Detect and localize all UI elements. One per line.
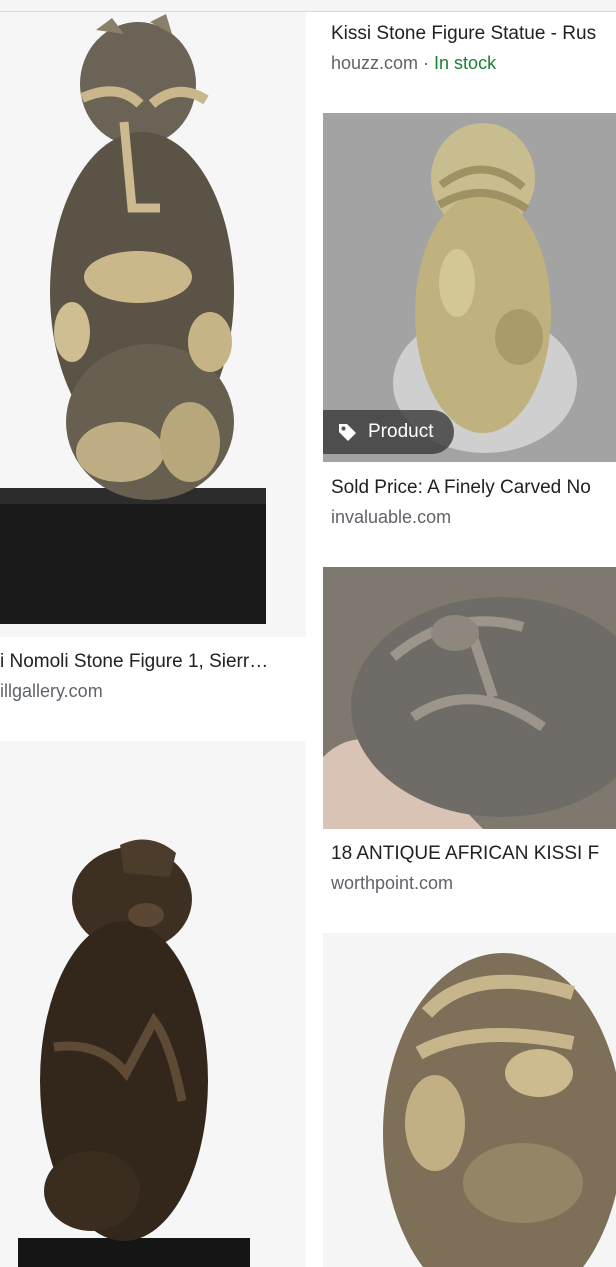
- product-badge-label: Product: [368, 421, 434, 442]
- result-image-dark-figure[interactable]: [0, 741, 306, 1267]
- browser-top-edge: [0, 0, 616, 12]
- separator: ·: [418, 53, 435, 73]
- result-source[interactable]: illgallery.com: [0, 681, 306, 702]
- result-image-nomoli-figure[interactable]: [0, 12, 306, 637]
- result-image-stone-head-in-hand[interactable]: [323, 567, 616, 829]
- product-badge: Product: [323, 410, 454, 454]
- result-source: houzz.com: [331, 53, 419, 73]
- result-title[interactable]: Kissi Stone Figure Statue - Rus: [331, 23, 616, 45]
- result-image-carved-stone-face[interactable]: [323, 933, 616, 1267]
- result-source[interactable]: invaluable.com: [331, 507, 616, 528]
- result-source[interactable]: worthpoint.com: [331, 873, 616, 894]
- result-title[interactable]: Sold Price: A Finely Carved No: [331, 477, 616, 499]
- result-title[interactable]: 18 ANTIQUE AFRICAN KISSI F: [331, 843, 616, 865]
- result-title[interactable]: i Nomoli Stone Figure 1, Sierr…: [0, 651, 306, 673]
- tag-icon: [339, 424, 356, 441]
- result-source-line[interactable]: houzz.com · In stock: [331, 53, 616, 74]
- stock-status: In stock: [434, 53, 497, 73]
